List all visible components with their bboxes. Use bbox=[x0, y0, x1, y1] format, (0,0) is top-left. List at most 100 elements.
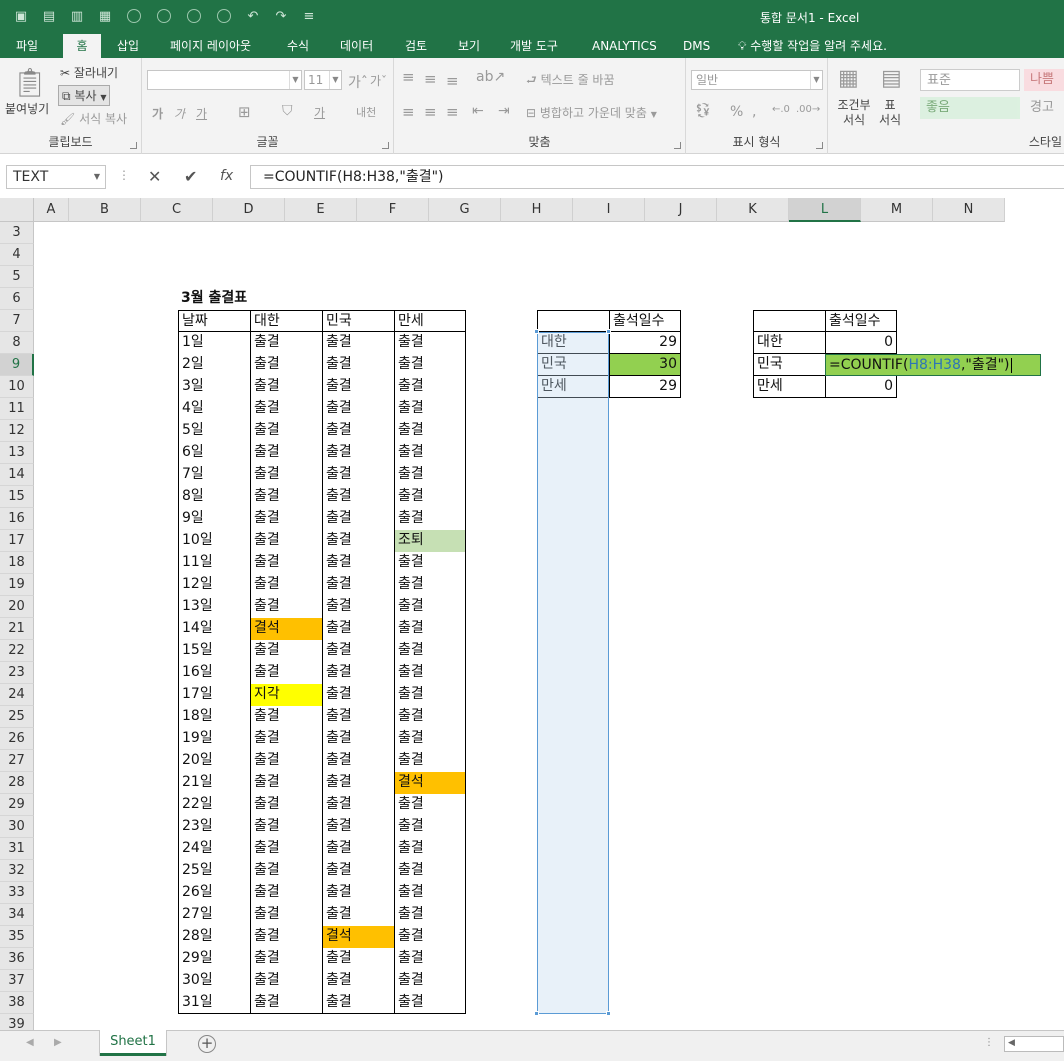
table-cell[interactable]: 출결 bbox=[394, 464, 466, 486]
table-cell[interactable]: 출결 bbox=[250, 860, 322, 882]
table-cell[interactable]: 출결 bbox=[394, 574, 466, 596]
cut-button[interactable]: ✂ 잘라내기 bbox=[60, 64, 118, 81]
number-format-combo[interactable]: 일반 ▼ bbox=[691, 70, 823, 90]
row-header[interactable]: 29 bbox=[0, 794, 34, 816]
row-header[interactable]: 24 bbox=[0, 684, 34, 706]
row-header[interactable]: 34 bbox=[0, 904, 34, 926]
shrink-font-icon[interactable]: 가ˇ bbox=[370, 72, 387, 89]
grow-font-icon[interactable]: 가ˆ bbox=[348, 72, 368, 92]
dialog-launcher-icon[interactable] bbox=[816, 142, 823, 149]
table-cell[interactable]: 결석 bbox=[322, 926, 394, 948]
table-cell[interactable]: 출결 bbox=[322, 618, 394, 640]
column-header[interactable]: J bbox=[645, 198, 717, 222]
row-header[interactable]: 31 bbox=[0, 838, 34, 860]
decrease-indent-icon[interactable]: ⇤ bbox=[472, 103, 484, 119]
row-header[interactable]: 16 bbox=[0, 508, 34, 530]
table-cell[interactable]: 출결 bbox=[322, 354, 394, 376]
summary-name-cell[interactable]: 만세 bbox=[753, 376, 825, 398]
table-cell[interactable]: 27일 bbox=[178, 904, 250, 926]
table-cell[interactable]: 출결 bbox=[394, 552, 466, 574]
summary-name-cell[interactable]: 대한 bbox=[753, 332, 825, 354]
table-cell[interactable]: 12일 bbox=[178, 574, 250, 596]
row-header[interactable]: 17 bbox=[0, 530, 34, 552]
table-cell[interactable]: 21일 bbox=[178, 772, 250, 794]
fill-color-icon[interactable]: ⛉ bbox=[282, 103, 293, 119]
percent-icon[interactable]: % bbox=[730, 104, 743, 120]
row-header[interactable]: 23 bbox=[0, 662, 34, 684]
table-cell[interactable]: 결석 bbox=[250, 618, 322, 640]
table-cell[interactable]: 출결 bbox=[322, 992, 394, 1014]
table-cell[interactable]: 조퇴 bbox=[394, 530, 466, 552]
table-cell[interactable]: 14일 bbox=[178, 618, 250, 640]
table-cell[interactable]: 출결 bbox=[394, 376, 466, 398]
bold-icon[interactable]: 가 bbox=[152, 105, 163, 122]
dialog-launcher-icon[interactable] bbox=[674, 142, 681, 149]
dialog-launcher-icon[interactable] bbox=[382, 142, 389, 149]
table-cell[interactable]: 출결 bbox=[394, 816, 466, 838]
align-middle-icon[interactable]: ≡ bbox=[424, 70, 437, 88]
row-header[interactable]: 8 bbox=[0, 332, 34, 354]
table-cell[interactable]: 출결 bbox=[322, 376, 394, 398]
formula-input[interactable]: =COUNTIF(H8:H38,"출결") bbox=[250, 165, 1064, 189]
table-cell[interactable]: 6일 bbox=[178, 442, 250, 464]
font-name-combo[interactable]: ▼ bbox=[147, 70, 302, 90]
table-cell[interactable]: 출결 bbox=[322, 552, 394, 574]
style-warning[interactable]: 경고 bbox=[1024, 97, 1064, 119]
column-header[interactable]: H bbox=[501, 198, 573, 222]
table-cell[interactable]: 23일 bbox=[178, 816, 250, 838]
row-header[interactable]: 33 bbox=[0, 882, 34, 904]
column-header[interactable]: G bbox=[429, 198, 501, 222]
circle-icon[interactable] bbox=[217, 9, 231, 23]
table-cell[interactable]: 출결 bbox=[250, 882, 322, 904]
table-cell[interactable]: 출결 bbox=[394, 794, 466, 816]
table-cell[interactable]: 출결 bbox=[322, 728, 394, 750]
table-cell[interactable]: 출결 bbox=[394, 838, 466, 860]
merge-center-button[interactable]: ⊟ 병합하고 가운데 맞춤 ▼ bbox=[526, 104, 657, 121]
column-header[interactable]: A bbox=[34, 198, 69, 222]
format-table-button[interactable]: 표 서식 bbox=[878, 98, 902, 128]
range-handle[interactable] bbox=[606, 1011, 611, 1016]
phonetic-icon[interactable]: 내천 bbox=[356, 104, 376, 120]
accounting-format-icon[interactable]: 💱︎ bbox=[694, 103, 712, 119]
row-header[interactable]: 37 bbox=[0, 970, 34, 992]
table-cell[interactable]: 출결 bbox=[322, 794, 394, 816]
tab-data[interactable]: 데이터 bbox=[340, 34, 373, 58]
select-all-corner[interactable] bbox=[0, 198, 34, 222]
table-cell[interactable]: 8일 bbox=[178, 486, 250, 508]
table-cell[interactable]: 출결 bbox=[250, 552, 322, 574]
table-header-cell[interactable]: 만세 bbox=[394, 310, 466, 332]
table-cell[interactable]: 출결 bbox=[394, 442, 466, 464]
dialog-launcher-icon[interactable] bbox=[130, 142, 137, 149]
table-cell[interactable]: 출결 bbox=[394, 882, 466, 904]
name-box[interactable]: TEXT ▼ bbox=[6, 165, 106, 189]
align-top-icon[interactable]: ≡ bbox=[402, 68, 415, 86]
table-cell[interactable]: 출결 bbox=[322, 706, 394, 728]
column-header[interactable]: F bbox=[357, 198, 429, 222]
row-header[interactable]: 35 bbox=[0, 926, 34, 948]
summary-value-cell[interactable]: 0 bbox=[825, 376, 897, 398]
column-header[interactable]: D bbox=[213, 198, 285, 222]
enter-icon[interactable]: ✔ bbox=[184, 167, 197, 186]
row-header[interactable]: 20 bbox=[0, 596, 34, 618]
table-cell[interactable]: 출결 bbox=[322, 816, 394, 838]
orientation-icon[interactable]: ab↗ bbox=[476, 69, 505, 85]
table-cell[interactable]: 출결 bbox=[322, 332, 394, 354]
tab-view[interactable]: 보기 bbox=[458, 34, 480, 58]
table-cell[interactable]: 출결 bbox=[322, 750, 394, 772]
table-cell[interactable]: 출결 bbox=[394, 596, 466, 618]
align-right-icon[interactable]: ≡ bbox=[446, 103, 459, 121]
font-color-icon[interactable]: 가 bbox=[314, 104, 325, 121]
add-sheet-icon[interactable]: + bbox=[198, 1035, 216, 1053]
sheet-tab-sheet1[interactable]: Sheet1 bbox=[100, 1030, 166, 1056]
circle-icon[interactable] bbox=[127, 9, 141, 23]
conditional-format-button[interactable]: 조건부 서식 bbox=[835, 98, 873, 128]
row-header[interactable]: 28 bbox=[0, 772, 34, 794]
summary-name-cell[interactable]: 만세 bbox=[537, 376, 609, 398]
font-size-combo[interactable]: 11 ▼ bbox=[304, 70, 342, 90]
table-cell[interactable]: 출결 bbox=[394, 948, 466, 970]
table-cell[interactable]: 1일 bbox=[178, 332, 250, 354]
row-header[interactable]: 27 bbox=[0, 750, 34, 772]
table-cell[interactable]: 26일 bbox=[178, 882, 250, 904]
table-cell[interactable]: 13일 bbox=[178, 596, 250, 618]
tab-file[interactable]: 파일 bbox=[16, 34, 38, 58]
